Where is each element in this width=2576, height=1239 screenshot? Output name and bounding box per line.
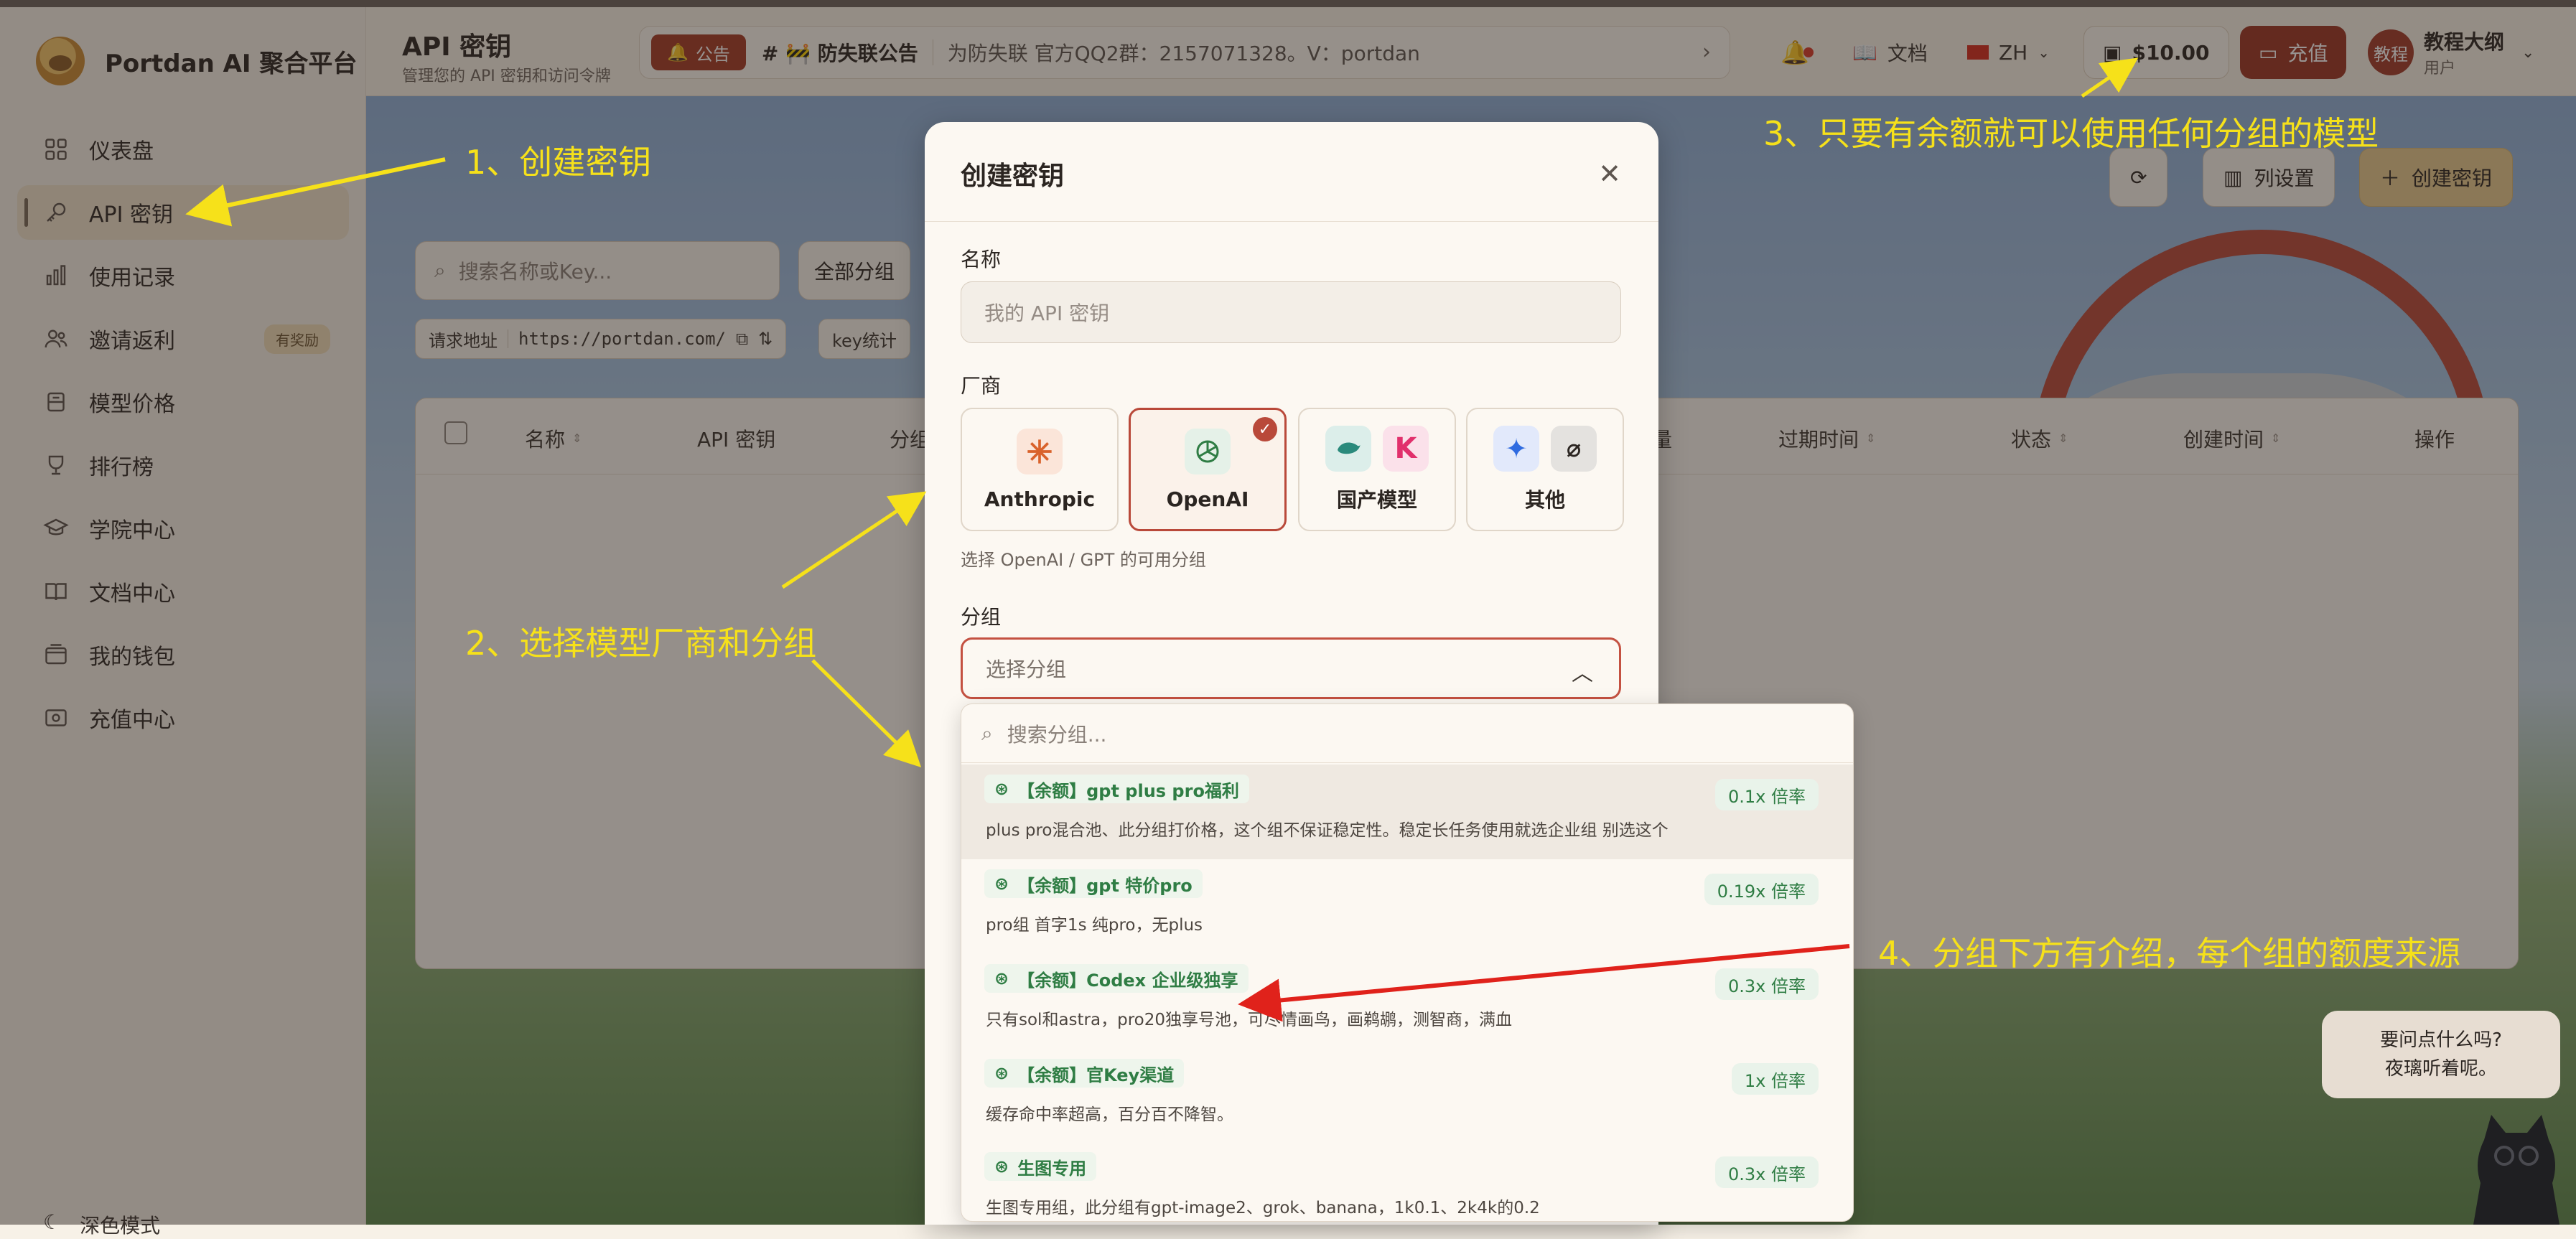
openai-icon: ⊛	[994, 1156, 1009, 1177]
anthropic-icon	[1017, 428, 1063, 474]
group-option-rate: 0.19x 倍率	[1704, 874, 1819, 905]
group-option-desc: 缓存命中率超高，百分百不降智。	[986, 1105, 1233, 1124]
group-option-name: ⊛ 【余额】gpt plus pro福利	[984, 775, 1249, 803]
group-option[interactable]: ⊛ 生图专用 生图专用组，此分组有gpt-image2、grok、banana，1…	[961, 1142, 1853, 1221]
chat-line: 夜璃听着呢。	[2384, 1058, 2497, 1080]
group-option-rate: 0.3x 倍率	[1715, 968, 1819, 1000]
openai-icon: ⊛	[994, 1063, 1009, 1083]
assistant-chat-bubble[interactable]: 要问点什么吗? 夜璃听着呢。	[2322, 1011, 2560, 1098]
group-search-input[interactable]: ⌕ 搜索分组...	[961, 704, 1853, 763]
group-option-name: ⊛ 生图专用	[984, 1152, 1097, 1181]
group-option-rate: 1x 倍率	[1731, 1063, 1819, 1095]
group-option-rate: 0.3x 倍率	[1715, 1156, 1819, 1188]
group-label: 分组	[961, 605, 1002, 629]
group-placeholder: 选择分组	[986, 658, 1067, 681]
whale-icon	[1325, 426, 1371, 472]
group-option-name: ⊛ 【余额】gpt 特价pro	[984, 869, 1203, 898]
annotation-step-4: 4、分组下方有介绍，每个组的额度来源	[1878, 934, 2461, 973]
group-option-rate: 0.1x 倍率	[1715, 779, 1819, 810]
chat-line: 要问点什么吗?	[2380, 1029, 2502, 1051]
openai-icon: ⊛	[994, 874, 1009, 894]
vendor-openai[interactable]: ✓ OpenAI	[1129, 408, 1287, 531]
annotation-step-3: 3、只要有余额就可以使用任何分组的模型	[1763, 114, 2379, 153]
annotation-step-1: 1、创建密钥	[465, 143, 652, 182]
group-option-name: ⊛ 【余额】官Key渠道	[984, 1059, 1185, 1088]
group-option-desc: pro组 首字1s 纯pro，无plus	[986, 916, 1203, 935]
group-option-desc: 只有sol和astra，pro20独享号池，可尽情画鸟，画鹈鹕，测智商，满血	[986, 1011, 1512, 1029]
search-icon: ⌕	[981, 721, 993, 745]
close-icon[interactable]: ✕	[1598, 158, 1621, 190]
vendor-name: 其他	[1524, 488, 1565, 512]
openai-icon: ⊛	[994, 968, 1009, 988]
kimi-k-icon: K	[1383, 426, 1429, 472]
vendor-hint: 选择 OpenAI / GPT 的可用分组	[961, 550, 1206, 570]
cat-mascot-icon[interactable]	[2470, 1111, 2563, 1225]
group-option[interactable]: ⊛ 【余额】官Key渠道 缓存命中率超高，百分百不降智。 1x 倍率	[961, 1049, 1853, 1144]
group-option-desc: 生图专用组，此分组有gpt-image2、grok、banana，1k0.1、2…	[986, 1199, 1540, 1217]
group-option[interactable]: ⊛ 【余额】Codex 企业级独享 只有sol和astra，pro20独享号池，可…	[961, 954, 1853, 1049]
group-select[interactable]: 选择分组 ︿	[961, 637, 1621, 699]
key-name-input[interactable]: 我的 API 密钥	[961, 281, 1621, 343]
openai-icon	[1185, 428, 1231, 474]
vendor-other[interactable]: ✦ ⌀ 其他	[1466, 408, 1624, 531]
modal-title: 创建密钥	[961, 162, 1065, 191]
name-label: 名称	[961, 248, 1002, 271]
group-search-placeholder: 搜索分组...	[1007, 722, 1107, 747]
vendor-anthropic[interactable]: Anthropic	[961, 408, 1119, 531]
openai-icon: ⊛	[994, 779, 1009, 799]
vendor-domestic[interactable]: K 国产模型	[1298, 408, 1456, 531]
group-option[interactable]: ⊛ 【余额】gpt 特价pro pro组 首字1s 纯pro，无plus 0.19…	[961, 859, 1853, 954]
vendor-label: 厂商	[961, 374, 1002, 398]
grok-icon: ⌀	[1551, 426, 1597, 472]
annotation-step-2: 2、选择模型厂商和分组	[465, 624, 817, 663]
group-option-desc: plus pro混合池、此分组打价格，这个组不保证稳定性。稳定长任务使用就选企业…	[986, 821, 1669, 840]
group-dropdown: ⌕ 搜索分组... ⊛ 【余额】gpt plus pro福利 plus pro混合…	[961, 703, 1854, 1222]
vendor-name: OpenAI	[1166, 487, 1249, 511]
group-option-name: ⊛ 【余额】Codex 企业级独享	[984, 964, 1249, 993]
divider	[925, 221, 1658, 222]
chevron-up-icon: ︿	[1572, 661, 1593, 686]
sparkle-icon: ✦	[1493, 426, 1539, 472]
group-option[interactable]: ⊛ 【余额】gpt plus pro福利 plus pro混合池、此分组打价格，这…	[961, 765, 1853, 859]
check-icon: ✓	[1253, 417, 1277, 441]
vendor-name: Anthropic	[984, 487, 1096, 511]
vendor-name: 国产模型	[1336, 488, 1417, 512]
